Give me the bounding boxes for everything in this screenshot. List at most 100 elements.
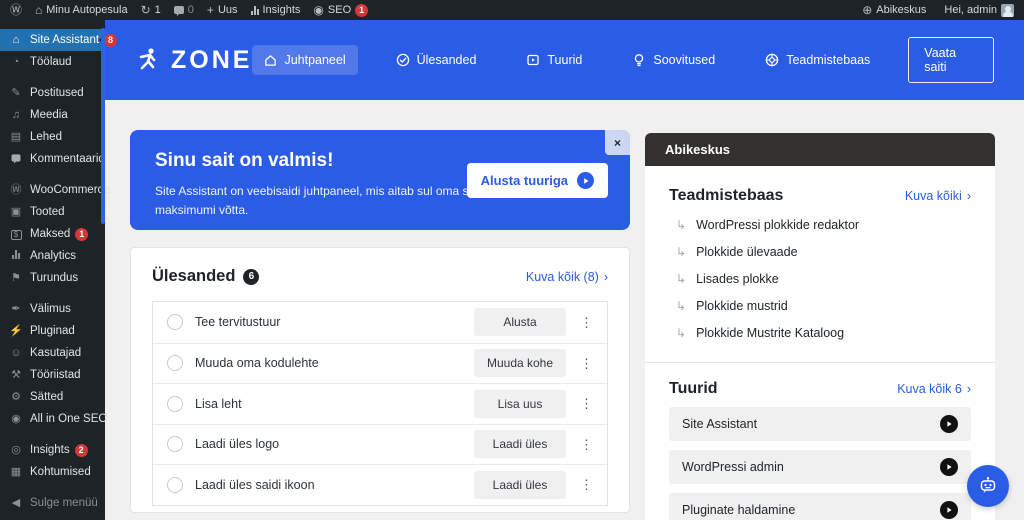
admin-bar-updates[interactable]: ↻ 1 — [141, 4, 161, 16]
sidebar-item-appearance[interactable]: ✒ Välimus — [0, 298, 105, 320]
sidebar-item-meetings[interactable]: ▦ Kohtumised — [0, 461, 105, 483]
kb-article-link[interactable]: ↳ Plokkide ülevaade — [669, 245, 971, 259]
tasks-view-all-link[interactable]: Kuva kõik (8) › — [526, 270, 608, 284]
task-list: Tee tervitustuur Alusta ⋮ Muuda oma kodu… — [152, 301, 608, 506]
sidebar-item-site-assistant[interactable]: ⌂ Site Assistant 8 — [0, 29, 105, 51]
admin-bar-comments[interactable]: 0 — [174, 4, 194, 16]
calendar-icon: ▦ — [8, 467, 24, 478]
task-action-button[interactable]: Laadi üles — [474, 430, 566, 458]
kb-article-link[interactable]: ↳ Plokkide mustrid — [669, 299, 971, 313]
tour-item[interactable]: WordPressi admin — [669, 450, 971, 484]
sidebar-item-tools[interactable]: ⚒ Tööriistad — [0, 364, 105, 386]
sidebar-item-products[interactable]: ▣ Tooted — [0, 201, 105, 223]
task-checkbox[interactable] — [167, 477, 183, 493]
sidebar-item-media[interactable]: ♫ Meedia — [0, 104, 105, 126]
sidebar-item-collapse-menu[interactable]: ◀ Sulge menüü — [0, 492, 105, 514]
wordpress-logo-icon[interactable]: Ⓦ — [10, 4, 22, 16]
sidebar-item-pages[interactable]: ▤ Lehed — [0, 126, 105, 148]
task-checkbox[interactable] — [167, 436, 183, 452]
task-action-button[interactable]: Muuda kohe — [474, 349, 566, 377]
tour-item[interactable]: Site Assistant — [669, 407, 971, 441]
kb-view-all-link[interactable]: Kuva kõiki › — [905, 189, 971, 203]
kb-article-link[interactable]: ↳ Lisades plokke — [669, 272, 971, 286]
nav-tab-knowledge-base[interactable]: Teadmistebaas — [753, 45, 882, 75]
check-circle-icon — [396, 53, 410, 67]
sidebar-scrollbar[interactable] — [101, 28, 105, 224]
sidebar-item-dashboard[interactable]: ◔ Töölaud — [0, 51, 105, 73]
tour-slides-icon — [526, 53, 540, 67]
task-action-button[interactable]: Laadi üles — [474, 471, 566, 499]
nav-tab-recommendations[interactable]: Soovitused — [620, 45, 727, 75]
home-icon — [264, 54, 277, 67]
branch-arrow-icon: ↳ — [676, 299, 686, 313]
admin-bar-help-center[interactable]: ⊕ Abikeskus — [862, 4, 926, 16]
woocommerce-icon: Ⓦ — [8, 185, 24, 196]
task-checkbox[interactable] — [167, 314, 183, 330]
play-icon — [577, 172, 594, 189]
admin-bar-account[interactable]: Hei, admin — [944, 4, 1014, 17]
assistant-fab-button[interactable] — [967, 465, 1009, 507]
admin-bar-seo[interactable]: ◉ SEO 1 — [313, 4, 368, 17]
kb-article-link[interactable]: ↳ WordPressi plokkide redaktor — [669, 218, 971, 232]
wp-admin-bar: Ⓦ ⌂ Minu Autopesula ↻ 1 0 + Uus Insights… — [0, 0, 1024, 20]
task-row: Laadi üles logo Laadi üles ⋮ — [153, 424, 607, 465]
nav-tab-tours[interactable]: Tuurid — [514, 45, 594, 75]
lightbulb-icon — [632, 53, 646, 67]
close-icon[interactable]: × — [605, 130, 630, 155]
admin-bar-site-name[interactable]: ⌂ Minu Autopesula — [35, 4, 128, 16]
branch-arrow-icon: ↳ — [676, 272, 686, 286]
kebab-menu-icon[interactable]: ⋮ — [580, 357, 593, 370]
tasks-count-badge: 6 — [243, 269, 259, 285]
plugin-icon: ⚡ — [8, 326, 24, 337]
sidebar-item-posts[interactable]: ✎ Postitused — [0, 82, 105, 104]
sidebar-item-payments[interactable]: $ Maksed 1 — [0, 223, 105, 245]
sidebar-item-settings[interactable]: ⚙ Sätted — [0, 386, 105, 408]
help-center-panel: Abikeskus Teadmistebaas Kuva kõiki › ↳ W… — [645, 133, 995, 520]
sidebar-item-woocommerce[interactable]: Ⓦ WooCommerce — [0, 179, 105, 201]
view-site-button[interactable]: Vaata saiti — [908, 37, 994, 83]
chevron-right-icon: › — [967, 189, 971, 203]
play-icon — [940, 501, 958, 519]
main-content: Sinu sait on valmis! Site Assistant on v… — [105, 100, 1024, 520]
kb-article-link[interactable]: ↳ Plokkide Mustrite Kataloog — [669, 326, 971, 340]
running-person-icon — [135, 47, 161, 73]
task-row: Lisa leht Lisa uus ⋮ — [153, 383, 607, 424]
sidebar-item-plugins[interactable]: ⚡ Pluginad — [0, 320, 105, 342]
sidebar-item-marketing[interactable]: ⚑ Turundus — [0, 267, 105, 289]
task-checkbox[interactable] — [167, 396, 183, 412]
admin-bar-insights[interactable]: Insights — [251, 4, 301, 16]
wp-admin-menu: ⌂ Site Assistant 8 ◔ Töölaud ✎ Postituse… — [0, 20, 105, 520]
sidebar-item-insights[interactable]: ◎ Insights 2 — [0, 439, 105, 461]
chevron-right-icon: › — [604, 270, 608, 284]
task-action-button[interactable]: Alusta — [474, 308, 566, 336]
task-action-button[interactable]: Lisa uus — [474, 390, 566, 418]
sidebar-item-comments[interactable]: Kommentaarid — [0, 148, 105, 170]
admin-bar-new[interactable]: + Uus — [207, 4, 238, 16]
play-icon — [940, 458, 958, 476]
tour-item[interactable]: Pluginate haldamine — [669, 493, 971, 520]
updates-icon: ↻ — [141, 4, 151, 16]
sidebar-item-analytics[interactable]: Analytics — [0, 245, 105, 267]
kebab-menu-icon[interactable]: ⋮ — [580, 478, 593, 491]
tours-title: Tuurid — [669, 380, 718, 398]
seo-icon: ◉ — [313, 4, 323, 16]
nav-tab-dashboard[interactable]: Juhtpaneel — [252, 45, 357, 75]
tours-view-all-link[interactable]: Kuva kõik 6 › — [897, 382, 971, 396]
wrench-icon: ⚒ — [8, 370, 24, 381]
task-checkbox[interactable] — [167, 355, 183, 371]
comment-icon — [8, 154, 24, 165]
nav-tab-tasks[interactable]: Ülesanded — [384, 45, 489, 75]
sidebar-item-users[interactable]: ☺ Kasutajad — [0, 342, 105, 364]
kebab-menu-icon[interactable]: ⋮ — [580, 397, 593, 410]
kebab-menu-icon[interactable]: ⋮ — [580, 438, 593, 451]
zone-logo[interactable]: ZONE — [135, 46, 252, 75]
kebab-menu-icon[interactable]: ⋮ — [580, 316, 593, 329]
tasks-card: Ülesanded 6 Kuva kõik (8) › Tee tervitus… — [130, 247, 630, 513]
start-tour-button[interactable]: Alusta tuuriga — [467, 163, 608, 198]
task-row: Muuda oma kodulehte Muuda kohe ⋮ — [153, 343, 607, 384]
help-center-title: Abikeskus — [645, 133, 995, 166]
globe-icon: ⊕ — [862, 4, 872, 16]
settings-icon: ⚙ — [8, 392, 24, 403]
seo-badge: 1 — [355, 4, 368, 17]
sidebar-item-aioseo[interactable]: ◉ All in One SEO — [0, 408, 105, 430]
